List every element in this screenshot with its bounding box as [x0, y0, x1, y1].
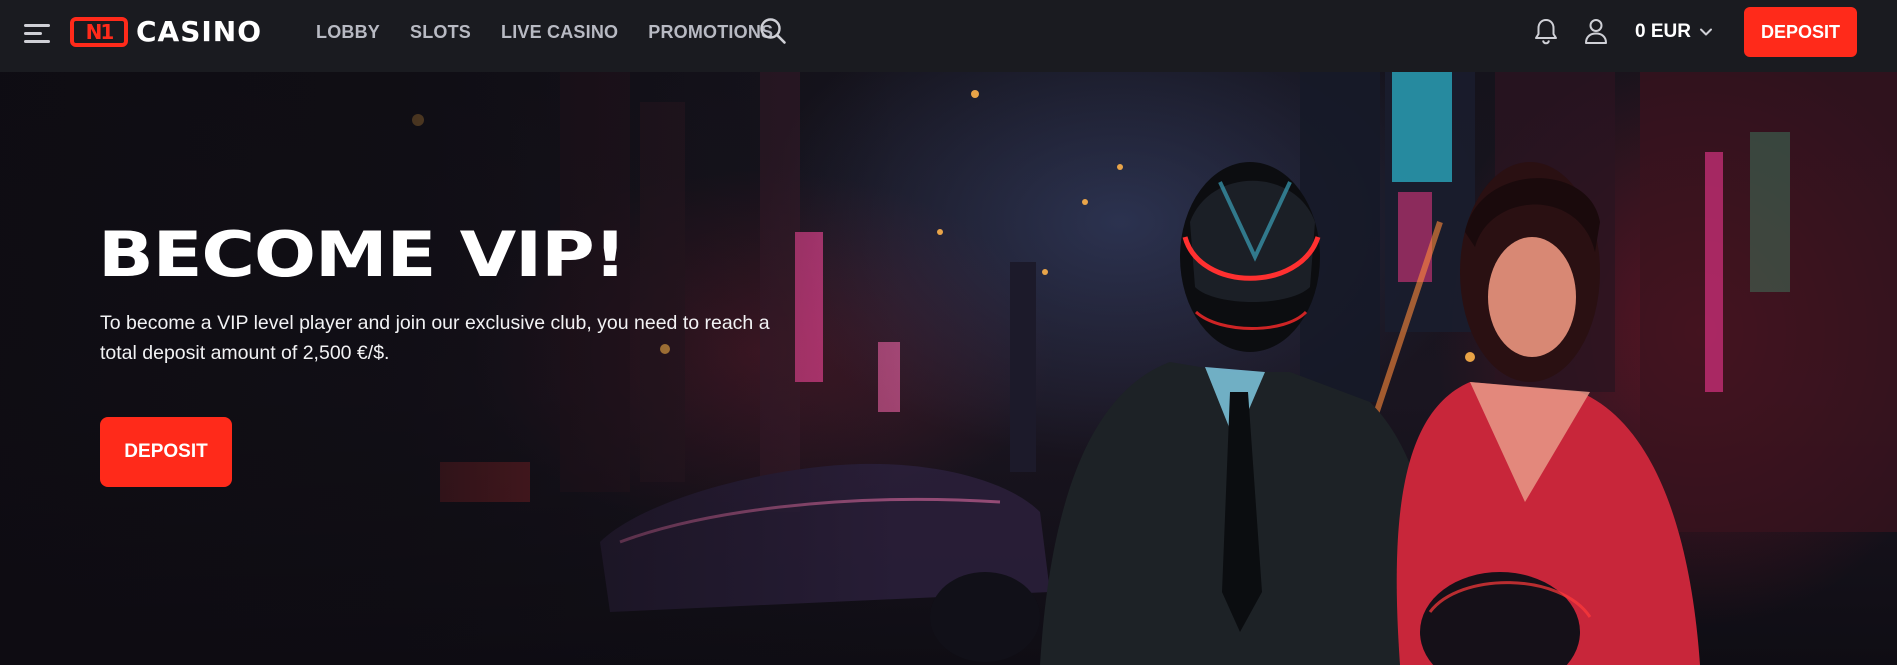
- bell-icon[interactable]: [1533, 17, 1559, 45]
- nav-link-slots[interactable]: SLOTS: [410, 22, 471, 43]
- balance-dropdown[interactable]: 0 EUR: [1635, 20, 1713, 44]
- logo-wordmark: CASINO: [136, 15, 263, 48]
- hero-title: BECOME VIP!: [98, 218, 627, 291]
- balance-value: 0 EUR: [1635, 21, 1691, 42]
- chevron-down-icon: [1699, 21, 1713, 43]
- hero-description: To become a VIP level player and join ou…: [100, 312, 770, 364]
- nav-link-lobby[interactable]: LOBBY: [316, 22, 380, 43]
- vip-hero-banner: BECOME VIP! To become a VIP level player…: [0, 72, 1897, 665]
- hero-deposit-button[interactable]: DEPOSIT: [100, 417, 232, 487]
- hamburger-menu-icon[interactable]: [24, 22, 52, 44]
- search-icon[interactable]: [758, 16, 788, 46]
- n1-casino-logo[interactable]: N1 CASINO: [70, 17, 262, 47]
- logo-mark: N1: [70, 17, 128, 47]
- hero-text-shade: [0, 72, 900, 665]
- nav-link-promotions[interactable]: PROMOTIONS: [648, 22, 773, 43]
- nav-link-live-casino[interactable]: LIVE CASINO: [501, 22, 618, 43]
- top-navigation-bar: N1 CASINO LOBBY SLOTS LIVE CASINO PROMOT…: [0, 0, 1897, 72]
- main-nav: LOBBY SLOTS LIVE CASINO PROMOTIONS: [316, 0, 773, 64]
- header-deposit-button[interactable]: DEPOSIT: [1744, 7, 1857, 57]
- user-icon[interactable]: [1583, 17, 1609, 45]
